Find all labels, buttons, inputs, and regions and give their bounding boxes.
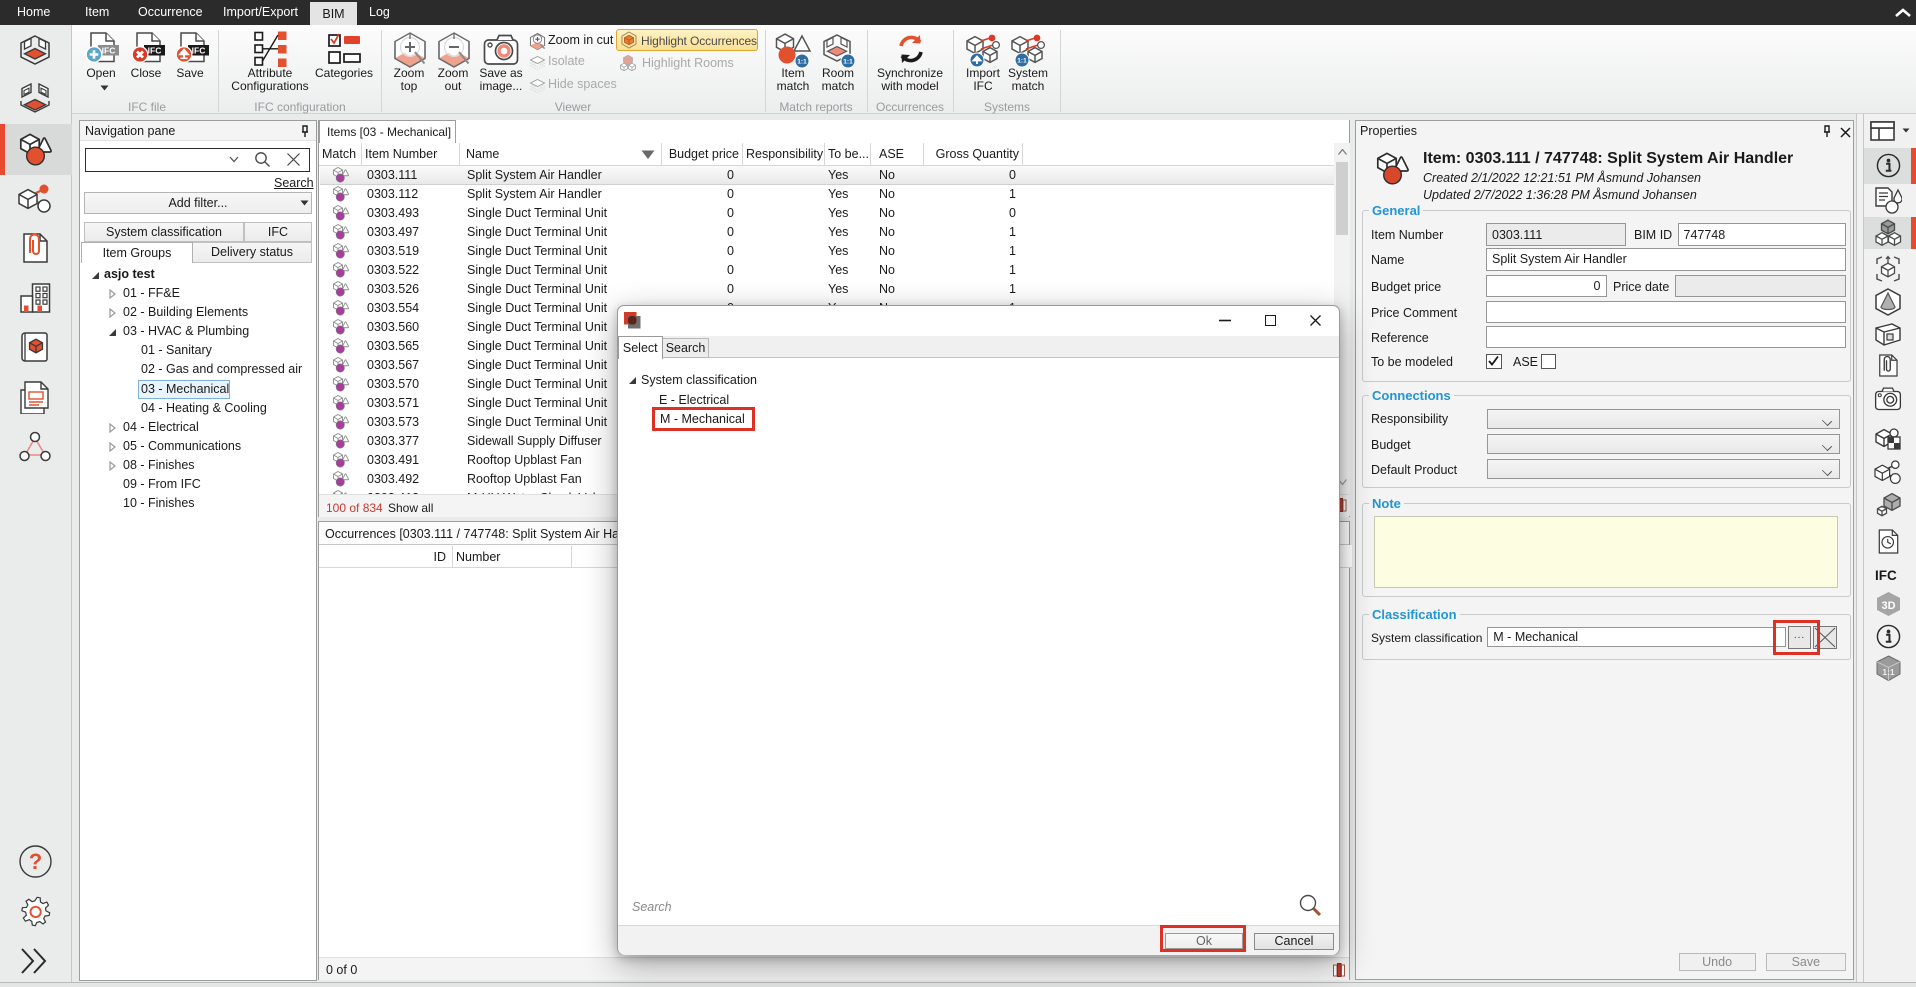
svg-text:3D: 3D [1881, 600, 1895, 612]
svg-text:1:1: 1:1 [843, 59, 853, 66]
svg-text:?: ? [29, 849, 42, 874]
svg-text:1:1: 1:1 [1882, 667, 1895, 677]
svg-text:IFC: IFC [148, 46, 162, 56]
svg-text:IFC: IFC [102, 46, 116, 56]
svg-text:IFC: IFC [192, 46, 206, 56]
svg-text:1:1: 1:1 [797, 59, 807, 66]
svg-text:1:1: 1:1 [1017, 58, 1027, 65]
